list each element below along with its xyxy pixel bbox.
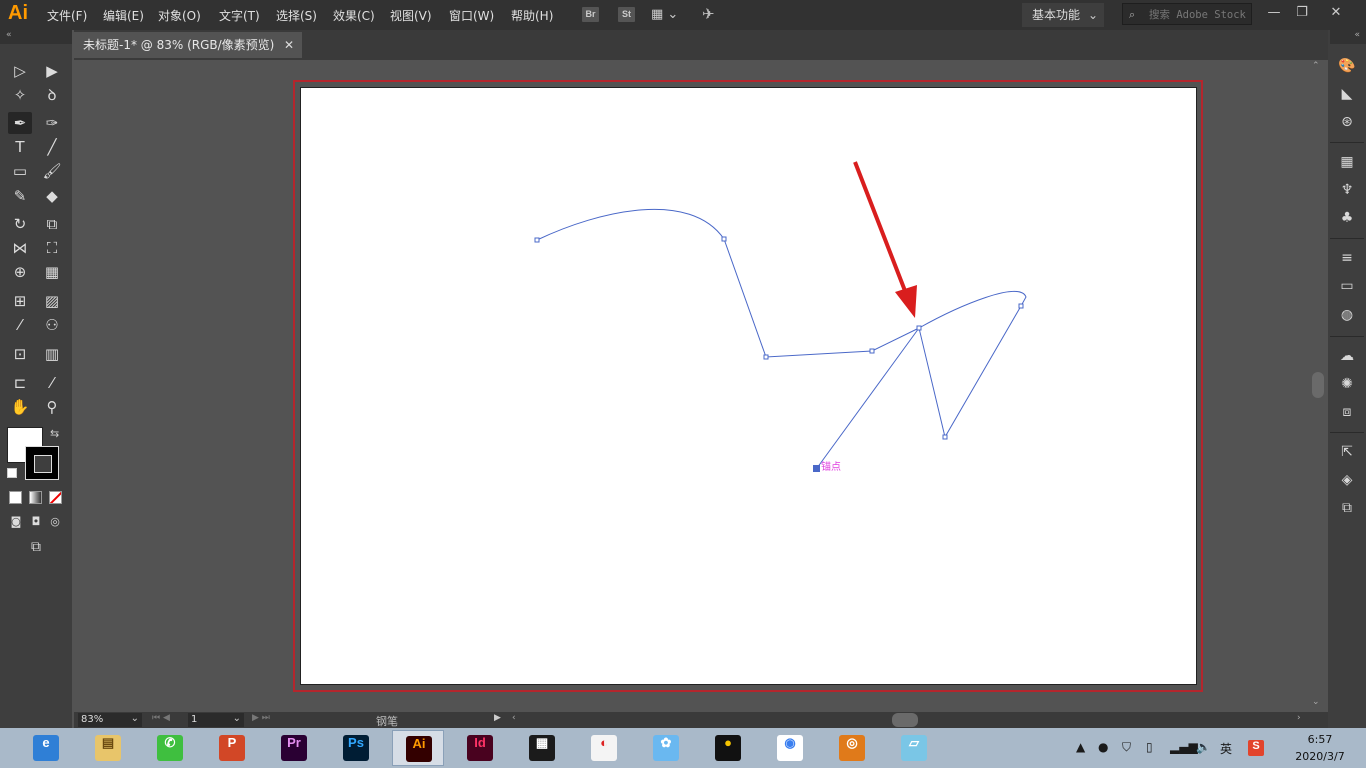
path-drawing[interactable]: [0, 0, 1366, 768]
anchor-point: [1018, 303, 1024, 309]
clock[interactable]: 6:57 2020/3/7: [1288, 731, 1352, 765]
qq-icon: ●: [715, 735, 741, 761]
wechat-icon: ✆: [157, 735, 183, 761]
security-tray-icon[interactable]: ⛉: [1122, 740, 1131, 755]
taskbar-app-indesign[interactable]: Id: [454, 730, 506, 766]
taskbar-app-chrome[interactable]: ◉: [764, 730, 816, 766]
anchor-point: [534, 237, 540, 243]
annotation-arrow-head: [895, 285, 917, 318]
battery-tray-icon[interactable]: ▯: [1146, 740, 1153, 754]
network-tray-icon[interactable]: ▂▄▆: [1170, 740, 1198, 754]
anchor-point: [942, 434, 948, 440]
taskbar-app-qq[interactable]: ●: [702, 730, 754, 766]
zoom-value: 83%: [81, 714, 104, 725]
input-language[interactable]: 英: [1220, 740, 1232, 757]
video-editor-icon: ▦: [529, 735, 555, 761]
indesign-icon: Id: [467, 735, 493, 761]
zoom-level-field[interactable]: 83% ⌄: [78, 713, 142, 727]
tray-expand-icon[interactable]: ▲: [1076, 740, 1085, 754]
chevron-down-icon: ⌄: [232, 713, 241, 724]
taskbar-app-illustrator[interactable]: Ai: [392, 730, 444, 766]
sogou-ime-icon[interactable]: S: [1248, 740, 1264, 756]
file-explorer-icon: ▤: [95, 735, 121, 761]
illustrator-icon: Ai: [406, 736, 432, 762]
last-artboard-icon[interactable]: ▶ ⏭: [252, 713, 270, 723]
taskbar-app-premiere[interactable]: Pr: [268, 730, 320, 766]
powerpoint-icon: P: [219, 735, 245, 761]
ball-app-icon: ◐: [591, 735, 617, 761]
photoshop-icon: Ps: [343, 735, 369, 761]
artboard-number: 1: [191, 714, 198, 725]
anchor-point: [763, 354, 769, 360]
anchor-point: [916, 325, 922, 331]
taskbar-app-bird-app[interactable]: ✿: [640, 730, 692, 766]
taskbar-app-photoshop[interactable]: Ps: [330, 730, 382, 766]
anchor-point: [721, 236, 727, 242]
notes-app-icon: ▱: [901, 735, 927, 761]
taskbar-app-powerpoint[interactable]: P: [206, 730, 258, 766]
volume-tray-icon[interactable]: 🔊: [1196, 740, 1211, 754]
taskbar-app-wechat[interactable]: ✆: [144, 730, 196, 766]
taskbar-app-notes-app[interactable]: ▱: [888, 730, 940, 766]
qq-tray-icon[interactable]: ●: [1098, 740, 1108, 754]
first-artboard-icon[interactable]: ⏮ ◀: [152, 713, 170, 723]
anchor-hint-label: 锚点: [821, 462, 841, 473]
fox-app-icon: ◎: [839, 735, 865, 761]
anchor-point: [869, 348, 875, 354]
clock-date: 2020/3/7: [1295, 750, 1345, 763]
chevron-down-icon: ⌄: [130, 713, 139, 724]
scroll-left-icon[interactable]: ‹: [512, 713, 516, 723]
taskbar-app-video-editor[interactable]: ▦: [516, 730, 568, 766]
chrome-icon: ◉: [777, 735, 803, 761]
taskbar-app-ball-app[interactable]: ◐: [578, 730, 630, 766]
horizontal-scroll-thumb[interactable]: [892, 713, 918, 727]
clock-time: 6:57: [1307, 733, 1333, 746]
taskbar-app-fox-app[interactable]: ◎: [826, 730, 878, 766]
browser-icon: e: [33, 735, 59, 761]
status-menu-icon[interactable]: ▶: [494, 713, 501, 723]
selected-anchor-point: [813, 465, 820, 472]
bird-app-icon: ✿: [653, 735, 679, 761]
scroll-right-icon[interactable]: ›: [1297, 713, 1301, 723]
artboard-number-field[interactable]: 1 ⌄: [188, 713, 244, 727]
bezier-path: [536, 208, 1027, 469]
taskbar-app-browser[interactable]: e: [20, 730, 72, 766]
annotation-arrow-shaft: [853, 161, 909, 297]
current-tool-status: 钢笔: [376, 715, 398, 728]
premiere-icon: Pr: [281, 735, 307, 761]
taskbar-app-file-explorer[interactable]: ▤: [82, 730, 134, 766]
